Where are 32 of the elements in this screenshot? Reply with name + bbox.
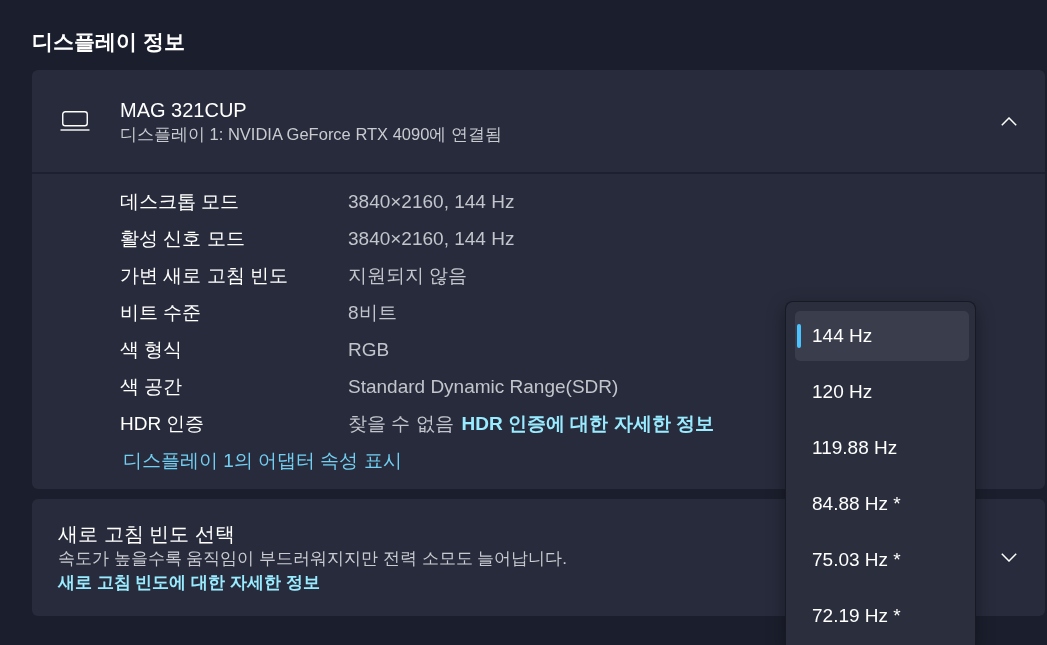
property-label: 비트 수준 <box>120 300 203 325</box>
chevron-down-icon[interactable] <box>1001 553 1017 562</box>
property-label: 데스크톱 모드 <box>120 189 241 214</box>
property-value: 3840×2160, 144 Hz <box>348 190 515 213</box>
section-title: 디스플레이 정보 <box>32 29 185 55</box>
refresh-rate-description: 속도가 높을수록 움직임이 부드러워지지만 전력 소모도 늘어납니다. 새로 고침 빈도에 대한 자세한 정보 <box>58 547 569 594</box>
refresh-rate-info-link[interactable]: 새로 고침 빈도에 대한 자세한 정보 <box>58 572 320 592</box>
dropdown-option[interactable]: 84.88 Hz * <box>795 479 969 529</box>
property-value: 3840×2160, 144 Hz <box>348 227 515 250</box>
property-value: 지원되지 않음 <box>348 263 468 288</box>
dropdown-option[interactable]: 119.88 Hz <box>795 423 969 473</box>
dropdown-option[interactable]: 120 Hz <box>795 367 969 417</box>
property-value: RGB <box>348 338 390 361</box>
property-label: HDR 인증 <box>120 411 206 436</box>
adapter-properties-link[interactable]: 디스플레이 1의 어댑터 속성 표시 <box>123 442 402 479</box>
property-label: 색 형식 <box>120 337 184 362</box>
display-subtitle: 디스플레이 1: NVIDIA GeForce RTX 4090에 연결됨 <box>120 123 502 145</box>
property-value: 찾을 수 없음 <box>348 411 454 436</box>
property-label: 가변 새로 고침 빈도 <box>120 263 289 288</box>
property-value: Standard Dynamic Range(SDR) <box>348 375 619 398</box>
display-name: MAG 321CUP <box>120 97 247 123</box>
dropdown-option[interactable]: 72.19 Hz * <box>795 591 969 641</box>
selection-indicator-icon <box>797 324 801 348</box>
refresh-rate-title: 새로 고침 빈도 선택 <box>58 521 235 547</box>
chevron-up-icon[interactable] <box>1001 116 1017 126</box>
laptop-icon <box>60 111 90 131</box>
property-label: 색 공간 <box>120 374 184 399</box>
info-link[interactable]: HDR 인증에 대한 자세한 정보 <box>461 410 714 437</box>
property-label: 활성 신호 모드 <box>120 226 246 251</box>
dropdown-option[interactable]: 75.03 Hz * <box>795 535 969 585</box>
dropdown-option[interactable]: 144 Hz <box>795 311 969 361</box>
property-value: 8비트 <box>348 300 397 325</box>
